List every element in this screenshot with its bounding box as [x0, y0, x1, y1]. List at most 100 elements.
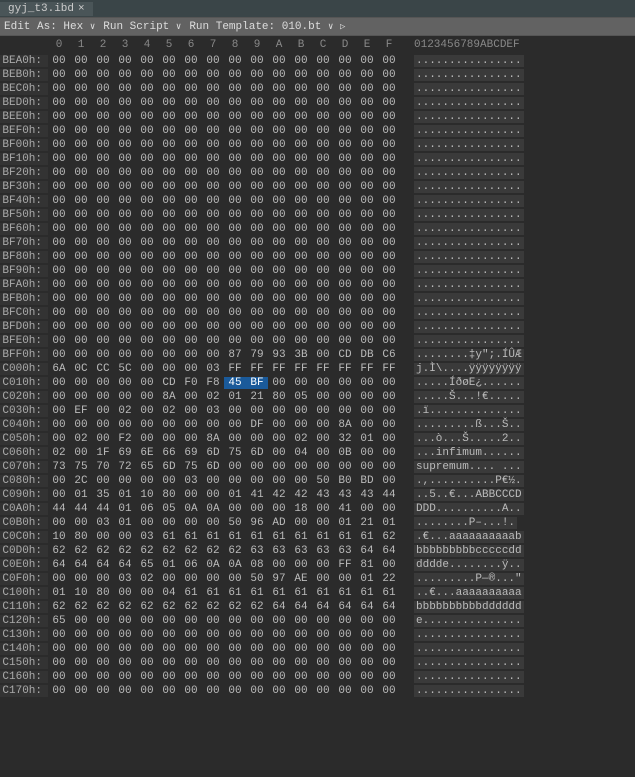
hex-byte[interactable]: 93 [268, 349, 290, 361]
hex-byte[interactable]: 61 [290, 587, 312, 599]
hex-byte[interactable]: 80 [70, 531, 92, 543]
hex-byte[interactable]: 00 [180, 55, 202, 67]
hex-byte[interactable]: 01 [378, 517, 400, 529]
hex-byte[interactable]: 00 [356, 307, 378, 319]
hex-bytes[interactable]: 65000000000000000000000000000000 [48, 615, 400, 627]
hex-byte[interactable]: 00 [70, 279, 92, 291]
hex-byte[interactable]: 00 [136, 167, 158, 179]
hex-byte[interactable]: 00 [158, 237, 180, 249]
hex-byte[interactable]: 00 [180, 83, 202, 95]
hex-byte[interactable]: 00 [48, 223, 70, 235]
hex-byte[interactable]: 00 [224, 139, 246, 151]
hex-byte[interactable]: 00 [180, 209, 202, 221]
hex-byte[interactable]: 00 [356, 181, 378, 193]
hex-byte[interactable]: 00 [114, 265, 136, 277]
hex-byte[interactable]: 00 [48, 69, 70, 81]
hex-byte[interactable]: 00 [290, 293, 312, 305]
hex-byte[interactable]: 00 [202, 167, 224, 179]
hex-byte[interactable]: 00 [48, 335, 70, 347]
hex-byte[interactable]: 00 [378, 419, 400, 431]
hex-byte[interactable]: 00 [312, 265, 334, 277]
hex-byte[interactable]: 00 [246, 671, 268, 683]
hex-byte[interactable]: 00 [356, 209, 378, 221]
hex-byte[interactable]: 00 [92, 377, 114, 389]
hex-byte[interactable]: 00 [312, 419, 334, 431]
ascii-bytes[interactable]: e............... [400, 615, 524, 627]
hex-byte[interactable]: 00 [114, 97, 136, 109]
hex-byte[interactable]: 00 [136, 125, 158, 137]
hex-byte[interactable]: 00 [268, 69, 290, 81]
hex-byte[interactable]: 00 [48, 181, 70, 193]
hex-byte[interactable]: 00 [246, 321, 268, 333]
hex-byte[interactable]: 00 [356, 265, 378, 277]
hex-byte[interactable]: 00 [180, 139, 202, 151]
hex-byte[interactable]: 00 [224, 97, 246, 109]
hex-row[interactable]: C0D0h:62626262626262626263636363636464bb… [0, 544, 635, 558]
hex-bytes[interactable]: 00000000000000000000000000000000 [48, 167, 400, 179]
hex-byte[interactable]: 00 [136, 279, 158, 291]
hex-bytes[interactable]: 10800000036161616161616161616162 [48, 531, 400, 543]
hex-byte[interactable]: 00 [312, 111, 334, 123]
hex-byte[interactable]: 00 [378, 167, 400, 179]
ascii-bytes[interactable]: ..€...aaaaaaaaaa [400, 587, 524, 599]
hex-byte[interactable]: 61 [378, 587, 400, 599]
ascii-bytes[interactable]: bbbbbbbbbcccccdd [400, 545, 524, 557]
hex-byte[interactable]: 00 [224, 195, 246, 207]
hex-byte[interactable]: 00 [70, 251, 92, 263]
hex-byte[interactable]: 02 [70, 433, 92, 445]
hex-byte[interactable]: F0 [180, 377, 202, 389]
hex-bytes[interactable]: 00000000000000000000000000000000 [48, 251, 400, 263]
hex-byte[interactable]: 00 [70, 447, 92, 459]
hex-byte[interactable]: 00 [268, 335, 290, 347]
hex-byte[interactable]: 00 [224, 223, 246, 235]
hex-byte[interactable]: 02 [114, 405, 136, 417]
ascii-bytes[interactable]: .€...aaaaaaaaaab [400, 531, 524, 543]
hex-byte[interactable]: 00 [114, 167, 136, 179]
hex-byte[interactable]: 00 [268, 223, 290, 235]
ascii-bytes[interactable]: ................ [400, 629, 524, 641]
hex-byte[interactable]: 00 [202, 321, 224, 333]
ascii-bytes[interactable]: .....ÍðøE¿...... [400, 377, 524, 389]
hex-byte[interactable]: 00 [180, 671, 202, 683]
hex-byte[interactable]: 04 [290, 447, 312, 459]
hex-byte[interactable]: 00 [224, 251, 246, 263]
ascii-bytes[interactable]: .........P—®..." [400, 573, 524, 585]
hex-byte[interactable]: 00 [268, 419, 290, 431]
hex-byte[interactable]: 96 [246, 517, 268, 529]
hex-byte[interactable]: 00 [246, 251, 268, 263]
hex-byte[interactable]: 35 [92, 489, 114, 501]
ascii-bytes[interactable]: ................ [400, 153, 524, 165]
hex-byte[interactable]: CC [92, 363, 114, 375]
hex-byte[interactable]: 64 [378, 545, 400, 557]
hex-byte[interactable]: 00 [70, 377, 92, 389]
ascii-bytes[interactable]: bbbbbbbbbbdddddd [400, 601, 524, 613]
hex-byte[interactable]: 00 [158, 83, 180, 95]
hex-byte[interactable]: 00 [202, 419, 224, 431]
hex-byte[interactable]: 00 [246, 55, 268, 67]
hex-byte[interactable]: 00 [92, 671, 114, 683]
hex-bytes[interactable]: 000200F20000008A0000000200320100 [48, 433, 400, 445]
hex-byte[interactable]: 00 [268, 447, 290, 459]
hex-byte[interactable]: C6 [378, 349, 400, 361]
hex-byte[interactable]: 00 [70, 139, 92, 151]
hex-byte[interactable]: 00 [224, 615, 246, 627]
ascii-bytes[interactable]: ................ [400, 195, 524, 207]
hex-byte[interactable]: 00 [268, 153, 290, 165]
hex-byte[interactable]: 00 [70, 83, 92, 95]
hex-byte[interactable]: 00 [290, 461, 312, 473]
hex-byte[interactable]: 00 [158, 181, 180, 193]
hex-byte[interactable]: 64 [92, 559, 114, 571]
hex-byte[interactable]: 00 [224, 643, 246, 655]
hex-byte[interactable]: 00 [356, 125, 378, 137]
hex-row[interactable]: BF80h:00000000000000000000000000000000..… [0, 250, 635, 264]
hex-byte[interactable]: 00 [290, 377, 312, 389]
hex-byte[interactable]: 45 [224, 377, 246, 389]
hex-byte[interactable]: 00 [70, 181, 92, 193]
hex-byte[interactable]: 00 [48, 279, 70, 291]
hex-byte[interactable]: 61 [202, 587, 224, 599]
hex-byte[interactable]: 00 [290, 251, 312, 263]
hex-byte[interactable]: 62 [180, 601, 202, 613]
hex-byte[interactable]: 61 [312, 587, 334, 599]
hex-byte[interactable]: 00 [158, 685, 180, 697]
hex-byte[interactable]: 00 [136, 391, 158, 403]
